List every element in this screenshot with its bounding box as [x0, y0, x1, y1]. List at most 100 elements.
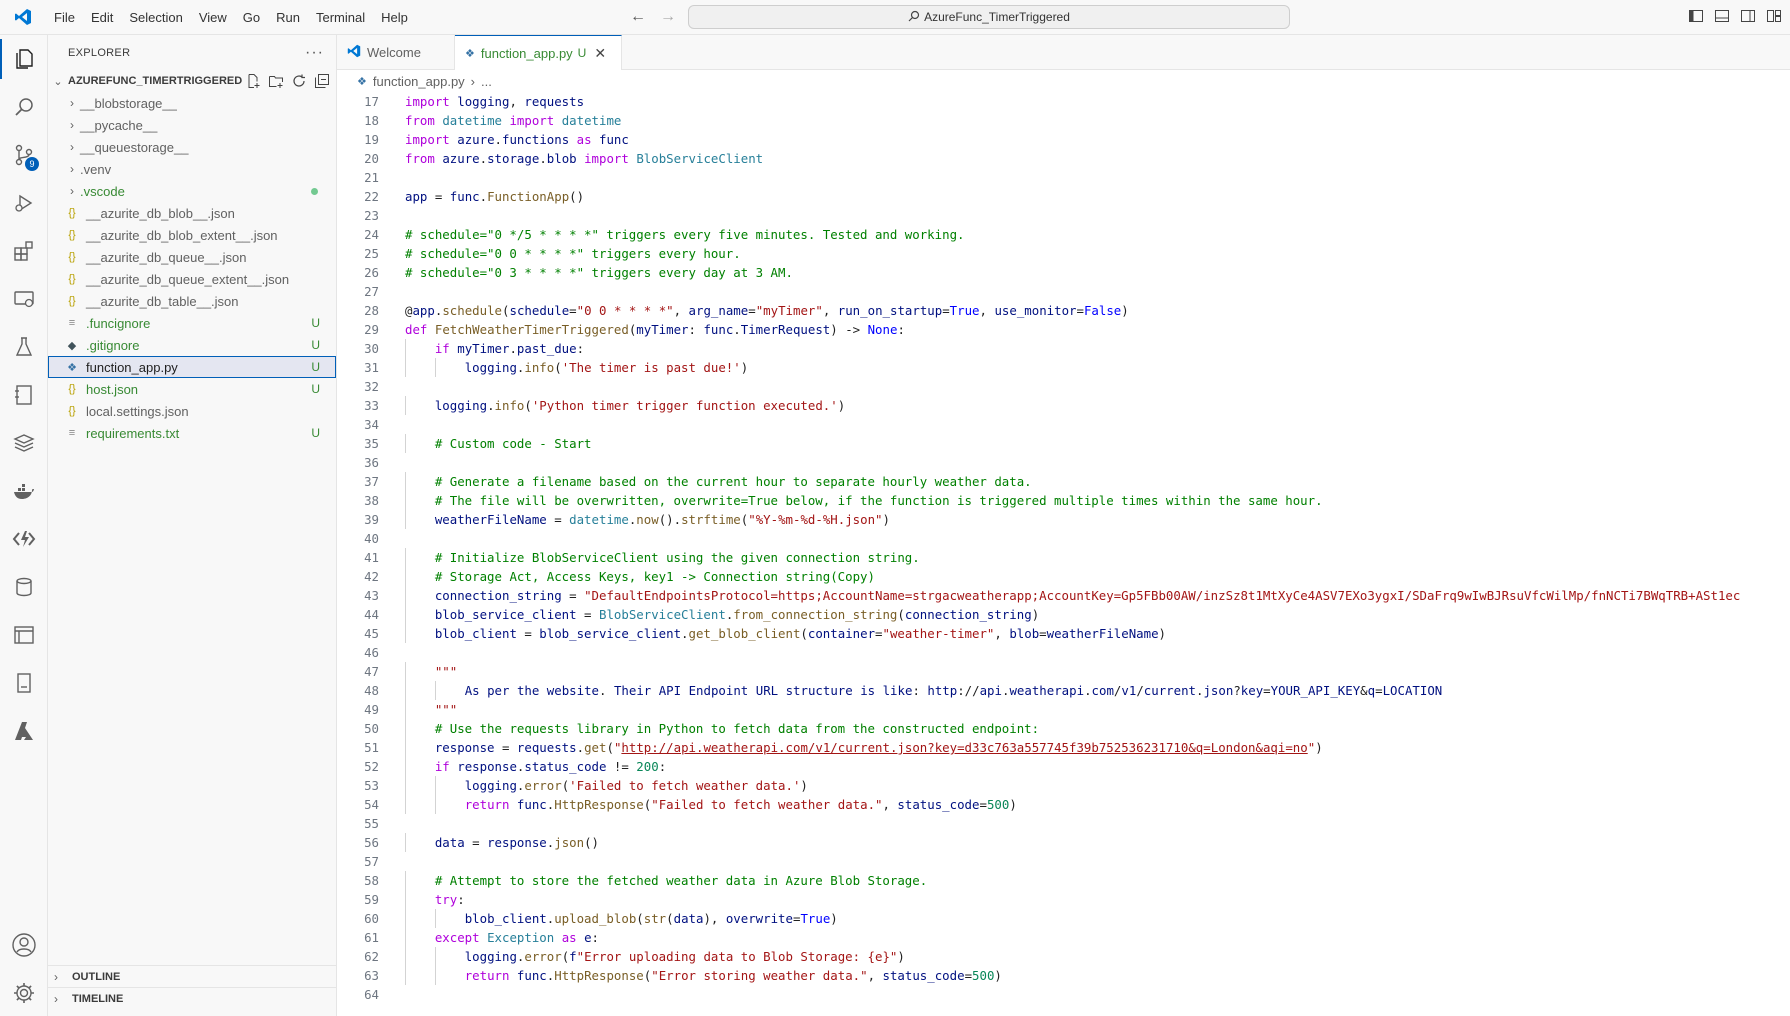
code-line[interactable]: 53 logging.error('Failed to fetch weathe… [337, 776, 1790, 795]
accounts-icon[interactable] [0, 925, 48, 965]
more-actions-icon[interactable]: ··· [305, 44, 324, 62]
tree-file-azurite-db-blob-extent[interactable]: {} __azurite_db_blob_extent__.json [48, 224, 336, 246]
extensions-icon[interactable] [0, 231, 48, 271]
tree-file-azurite-db-queue-extent[interactable]: {} __azurite_db_queue_extent__.json [48, 268, 336, 290]
tree-file-gitignore[interactable]: ◆ .gitignore U [48, 334, 336, 356]
code-editor[interactable]: 17 import logging, requests 18 from datetim… [337, 92, 1790, 1016]
tree-folder-venv[interactable]: › .venv [48, 158, 336, 180]
code-line[interactable]: 32 [337, 377, 1790, 396]
code-line[interactable]: 28 @app.schedule(schedule="0 0 * * * *", … [337, 301, 1790, 320]
azure-functions-icon[interactable] [0, 519, 48, 559]
database-icon[interactable] [0, 567, 48, 607]
code-line[interactable]: 19 import azure.functions as func [337, 130, 1790, 149]
timeline-section-header[interactable]: › TIMELINE [48, 987, 337, 1009]
code-line[interactable]: 54 return func.HttpResponse("Failed to f… [337, 795, 1790, 814]
code-line[interactable]: 62 logging.error(f"Error uploading data … [337, 947, 1790, 966]
tree-file-host-json[interactable]: {} host.json U [48, 378, 336, 400]
code-line[interactable]: 35 # Custom code - Start [337, 434, 1790, 453]
source-control-icon[interactable]: 9 [0, 135, 48, 175]
menu-terminal[interactable]: Terminal [308, 0, 373, 35]
menu-view[interactable]: View [191, 0, 235, 35]
code-line[interactable]: 57 [337, 852, 1790, 871]
code-line[interactable]: 24 # schedule="0 */5 * * * *" triggers ev… [337, 225, 1790, 244]
close-icon[interactable]: ✕ [594, 45, 606, 62]
code-line[interactable]: 40 [337, 529, 1790, 548]
code-line[interactable]: 26 # schedule="0 3 * * * *" triggers ever… [337, 263, 1790, 282]
code-line[interactable]: 23 [337, 206, 1790, 225]
azure-icon[interactable] [0, 711, 48, 751]
code-line[interactable]: 61 except Exception as e: [337, 928, 1790, 947]
menu-selection[interactable]: Selection [121, 0, 190, 35]
code-line[interactable]: 55 [337, 814, 1790, 833]
back-arrow-icon[interactable]: ← [628, 8, 648, 26]
tree-folder-queuestorage[interactable]: › __queuestorage__ [48, 136, 336, 158]
code-line[interactable]: 37 # Generate a filename based on the cu… [337, 472, 1790, 491]
code-line[interactable]: 47 """ [337, 662, 1790, 681]
tree-folder-pycache[interactable]: › __pycache__ [48, 114, 336, 136]
menu-file[interactable]: File [46, 0, 83, 35]
run-debug-icon[interactable] [0, 183, 48, 223]
code-line[interactable]: 36 [337, 453, 1790, 472]
code-line[interactable]: 42 # Storage Act, Access Keys, key1 -> C… [337, 567, 1790, 586]
code-line[interactable]: 56 data = response.json() [337, 833, 1790, 852]
code-line[interactable]: 31 logging.info('The timer is past due!'… [337, 358, 1790, 377]
code-line[interactable]: 18 from datetime import datetime [337, 111, 1790, 130]
tree-folder-vscode[interactable]: › .vscode [48, 180, 336, 202]
remote-explorer-icon[interactable] [0, 279, 48, 319]
tree-file-azurite-db-queue[interactable]: {} __azurite_db_queue__.json [48, 246, 336, 268]
menu-edit[interactable]: Edit [83, 0, 121, 35]
customize-layout-icon[interactable] [1766, 8, 1782, 24]
code-line[interactable]: 59 try: [337, 890, 1790, 909]
code-line[interactable]: 17 import logging, requests [337, 92, 1790, 111]
command-center-search[interactable]: AzureFunc_TimerTriggered [688, 5, 1290, 29]
code-line[interactable]: 45 blob_client = blob_service_client.get… [337, 624, 1790, 643]
refresh-icon[interactable] [291, 73, 307, 89]
outline-section-header[interactable]: › OUTLINE [48, 965, 337, 987]
code-line[interactable]: 29 def FetchWeatherTimerTriggered(myTimer… [337, 320, 1790, 339]
collapse-all-icon[interactable] [314, 73, 330, 89]
code-line[interactable]: 43 connection_string = "DefaultEndpoints… [337, 586, 1790, 605]
toggle-secondary-sidebar-icon[interactable] [1740, 8, 1756, 24]
workspace-folder-header[interactable]: ⌄ AZUREFUNC_TIMERTRIGGERED [48, 70, 336, 92]
book-icon[interactable] [0, 663, 48, 703]
docker-icon[interactable] [0, 471, 48, 511]
tree-file-azurite-db-table[interactable]: {} __azurite_db_table__.json [48, 290, 336, 312]
tree-file-local-settings[interactable]: {} local.settings.json [48, 400, 336, 422]
explorer-icon[interactable] [0, 39, 48, 79]
code-line[interactable]: 27 [337, 282, 1790, 301]
new-file-icon[interactable] [245, 73, 261, 89]
code-line[interactable]: 63 return func.HttpResponse("Error stori… [337, 966, 1790, 985]
code-line[interactable]: 60 blob_client.upload_blob(str(data), ov… [337, 909, 1790, 928]
code-line[interactable]: 49 """ [337, 700, 1790, 719]
tree-file-function-app[interactable]: ❖ function_app.py U [48, 356, 336, 378]
breadcrumb-more[interactable]: ... [481, 74, 492, 89]
toggle-panel-icon[interactable] [1714, 8, 1730, 24]
menu-help[interactable]: Help [373, 0, 416, 35]
code-line[interactable]: 44 blob_service_client = BlobServiceClie… [337, 605, 1790, 624]
code-line[interactable]: 50 # Use the requests library in Python … [337, 719, 1790, 738]
tree-file-azurite-db-blob[interactable]: {} __azurite_db_blob__.json [48, 202, 336, 224]
code-line[interactable]: 33 logging.info('Python timer trigger fu… [337, 396, 1790, 415]
code-line[interactable]: 34 [337, 415, 1790, 434]
layers-icon[interactable] [0, 423, 48, 463]
code-line[interactable]: 25 # schedule="0 0 * * * *" triggers ever… [337, 244, 1790, 263]
code-line[interactable]: 64 [337, 985, 1790, 1004]
code-line[interactable]: 21 [337, 168, 1790, 187]
forward-arrow-icon[interactable]: → [658, 8, 678, 26]
code-line[interactable]: 38 # The file will be overwritten, overw… [337, 491, 1790, 510]
toggle-primary-sidebar-icon[interactable] [1688, 8, 1704, 24]
tab-welcome[interactable]: Welcome [337, 35, 455, 70]
notebook-icon[interactable] [0, 375, 48, 415]
menu-go[interactable]: Go [235, 0, 268, 35]
code-line[interactable]: 48 As per the website. Their API Endpoin… [337, 681, 1790, 700]
new-folder-icon[interactable] [268, 73, 284, 89]
tree-file-requirements[interactable]: ≡ requirements.txt U [48, 422, 336, 444]
tab-function-app[interactable]: ❖ function_app.py U ✕ [455, 35, 622, 70]
code-line[interactable]: 22 app = func.FunctionApp() [337, 187, 1790, 206]
browser-icon[interactable] [0, 615, 48, 655]
tree-file-funcignore[interactable]: ≡ .funcignore U [48, 312, 336, 334]
search-icon[interactable] [0, 87, 48, 127]
code-line[interactable]: 41 # Initialize BlobServiceClient using … [337, 548, 1790, 567]
code-line[interactable]: 46 [337, 643, 1790, 662]
code-line[interactable]: 51 response = requests.get("http://api.w… [337, 738, 1790, 757]
